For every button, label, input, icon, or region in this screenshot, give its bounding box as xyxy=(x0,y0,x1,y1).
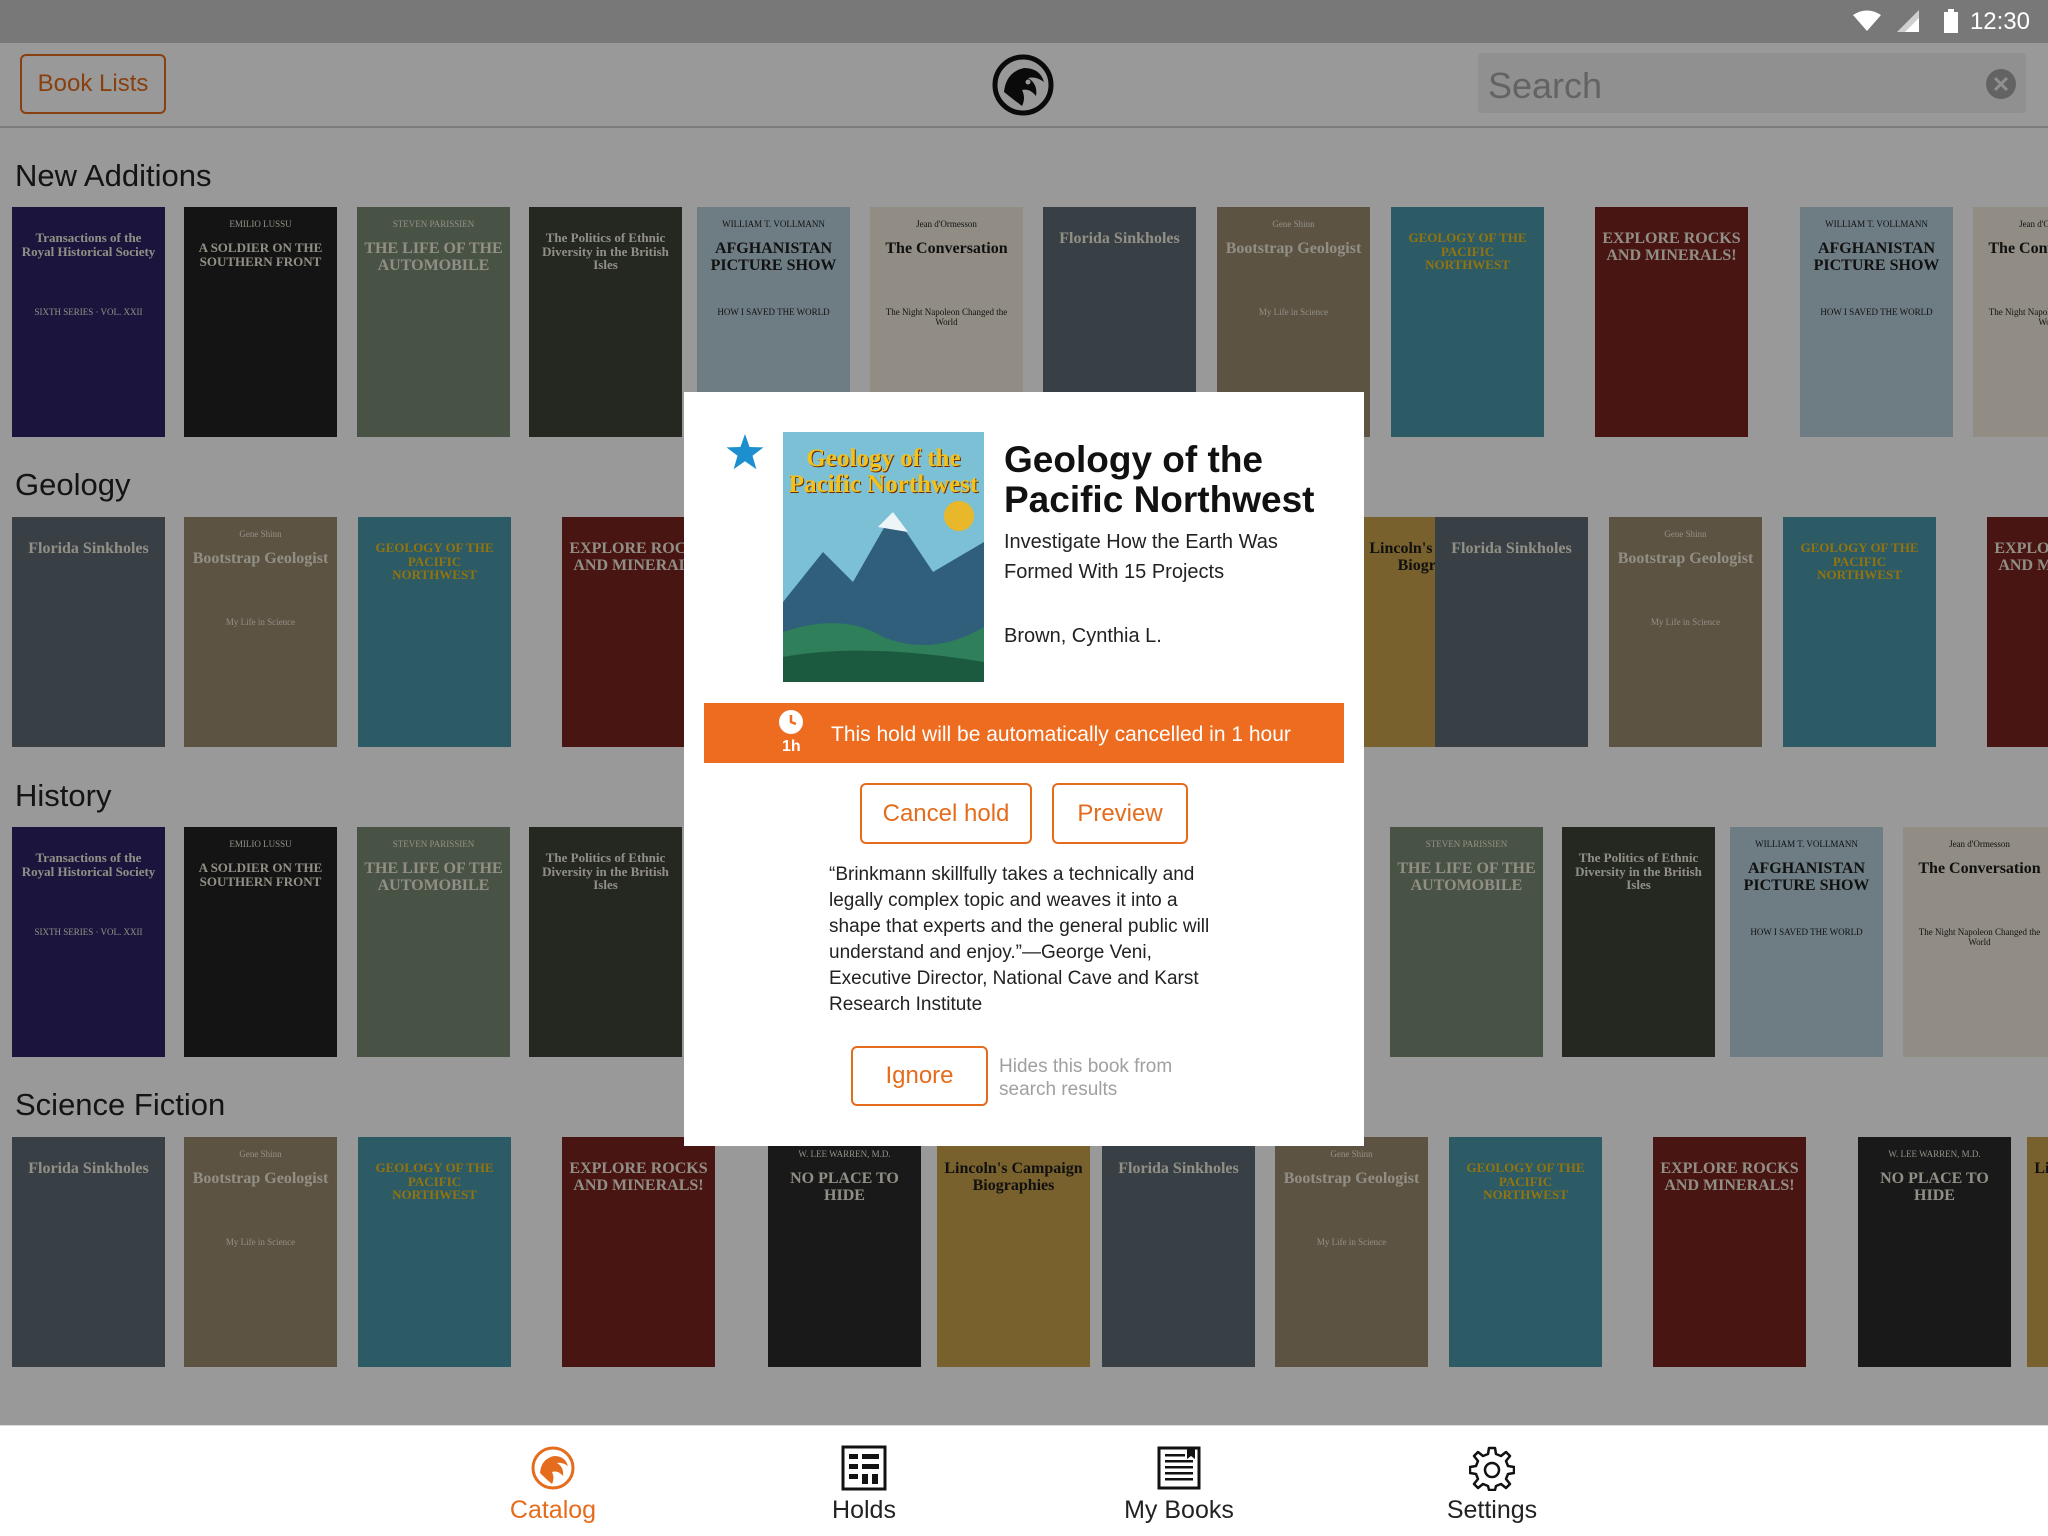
book-review-quote: “Brinkmann skillfully takes a technicall… xyxy=(829,864,1210,1015)
battery-icon xyxy=(1944,9,1958,33)
hold-notice-text: This hold will be automatically cancelle… xyxy=(831,723,1291,746)
holds-list-icon xyxy=(841,1445,887,1491)
tab-my-books[interactable]: My Books xyxy=(1104,1426,1254,1536)
tab-catalog[interactable]: Catalog xyxy=(478,1426,628,1536)
cover-title-text: Geology of the Pacific Northwest xyxy=(788,445,979,498)
cancel-hold-button[interactable]: Cancel hold xyxy=(860,783,1032,844)
wifi-icon xyxy=(1853,10,1881,31)
signal-icon xyxy=(1897,10,1919,32)
ignore-hint-text: Hides this book from search results xyxy=(999,1056,1173,1100)
my-books-icon xyxy=(1157,1446,1201,1490)
hold-notice-banner: 1h This hold will be automatically cance… xyxy=(704,703,1344,763)
lion-logo-icon xyxy=(531,1446,575,1490)
tab-holds[interactable]: Holds xyxy=(789,1426,939,1536)
preview-button[interactable]: Preview xyxy=(1052,783,1188,844)
tab-settings-label: Settings xyxy=(1446,1496,1538,1524)
clock-icon xyxy=(779,710,803,734)
hold-timer-label: 1h xyxy=(782,738,801,755)
bottom-tab-bar: Catalog Holds My Books Settings xyxy=(0,1425,2048,1536)
tab-holds-label: Holds xyxy=(832,1496,896,1524)
book-subtitle: Investigate How the Earth Was Formed Wit… xyxy=(1004,531,1278,583)
tab-my-books-label: My Books xyxy=(1124,1496,1234,1524)
book-cover-image: Geology of the Pacific Northwest xyxy=(783,432,984,682)
ignore-button[interactable]: Ignore xyxy=(851,1046,988,1106)
clock-time: 12:30 xyxy=(1969,8,2030,35)
status-bar: 12:30 xyxy=(0,0,2048,43)
book-author: Brown, Cynthia L. xyxy=(1004,625,1162,647)
star-icon[interactable] xyxy=(725,432,765,472)
gear-icon xyxy=(1469,1446,1515,1491)
book-title: Geology of the Pacific Northwest xyxy=(1004,439,1315,520)
tab-settings[interactable]: Settings xyxy=(1417,1426,1567,1536)
book-detail-dialog: Geology of the Pacific Northwest Geology… xyxy=(684,392,1364,1146)
tab-catalog-label: Catalog xyxy=(509,1496,597,1524)
